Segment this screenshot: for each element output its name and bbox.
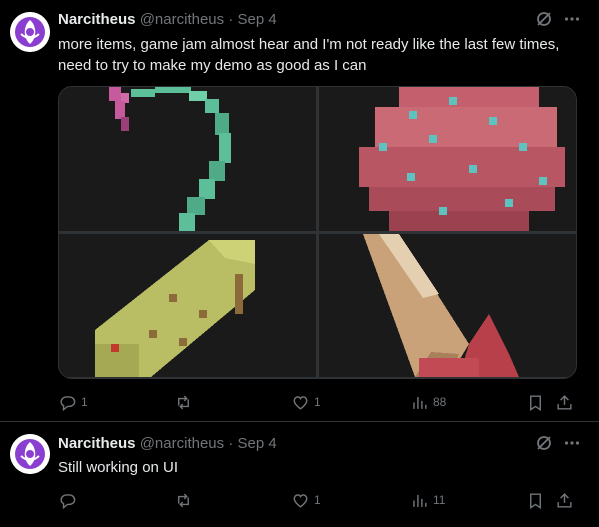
share-icon [555, 393, 574, 412]
header-actions [535, 11, 581, 31]
grok-icon[interactable] [535, 434, 553, 457]
bookmark-icon [526, 393, 545, 412]
author-name[interactable]: Narcitheus [58, 435, 136, 452]
views-icon [410, 491, 429, 510]
share-button[interactable] [555, 392, 574, 412]
post-header: Narcitheus @narcitheus · Sep 4 [58, 10, 277, 30]
reply-icon [58, 491, 77, 510]
views-icon [410, 393, 429, 412]
views-count: 88 [433, 395, 447, 409]
author-handle[interactable]: @narcitheus [140, 11, 224, 28]
like-button[interactable]: 1 [291, 392, 321, 412]
share-button[interactable] [555, 490, 574, 510]
more-icon[interactable] [563, 434, 581, 457]
post-text-line: more items, game jam almost hear and I'm… [58, 36, 560, 53]
reply-button[interactable] [58, 490, 81, 510]
repost-icon [174, 393, 193, 412]
separator: · [228, 435, 234, 452]
media-image-log[interactable] [59, 234, 316, 377]
author-name[interactable]: Narcitheus [58, 11, 136, 28]
repost-button[interactable] [174, 490, 197, 510]
views-count: 11 [433, 493, 446, 507]
avatar-image [10, 434, 50, 474]
media-grid[interactable] [58, 86, 577, 379]
media-image-vine[interactable] [59, 87, 316, 231]
header-actions [535, 435, 581, 455]
post-text: Still working on UI [58, 457, 583, 478]
reply-count: 1 [81, 395, 88, 409]
repost-button[interactable] [174, 392, 197, 412]
avatar-image [10, 12, 50, 52]
views-button[interactable]: 88 [410, 392, 446, 412]
reply-button[interactable]: 1 [58, 392, 88, 412]
like-button[interactable]: 1 [291, 490, 321, 510]
post-text-line: Still working on UI [58, 459, 179, 476]
post-text: more items, game jam almost hear and I'm… [58, 34, 583, 76]
reply-icon [58, 393, 77, 412]
horn-image [319, 234, 576, 377]
views-button[interactable]: 11 [410, 490, 445, 510]
author-handle[interactable]: @narcitheus [140, 435, 224, 452]
log-image [59, 234, 316, 377]
grok-icon[interactable] [535, 10, 553, 33]
media-image-orb[interactable] [319, 87, 576, 231]
post-date[interactable]: Sep 4 [237, 435, 276, 452]
bookmark-button[interactable] [526, 392, 545, 412]
like-count: 1 [314, 395, 321, 409]
post[interactable]: Narcitheus @narcitheus · Sep 4 Still wor… [0, 422, 599, 527]
like-count: 1 [314, 493, 321, 507]
post-text-line: need to try to make my demo as good as I… [58, 57, 367, 74]
media-image-horn[interactable] [319, 234, 576, 377]
bookmark-button[interactable] [526, 490, 545, 510]
post-date[interactable]: Sep 4 [237, 11, 276, 28]
avatar[interactable] [10, 12, 50, 52]
orb-image [319, 87, 576, 231]
separator: · [228, 11, 234, 28]
repost-icon [174, 491, 193, 510]
share-icon [555, 491, 574, 510]
bookmark-icon [526, 491, 545, 510]
post-actions: 1 11 [58, 490, 582, 510]
vine-image [59, 87, 316, 231]
post-actions: 1 1 88 [58, 392, 582, 412]
post[interactable]: Narcitheus @narcitheus · Sep 4 more item… [0, 0, 599, 422]
more-icon[interactable] [563, 10, 581, 33]
like-icon [291, 491, 310, 510]
avatar[interactable] [10, 434, 50, 474]
like-icon [291, 393, 310, 412]
post-header: Narcitheus @narcitheus · Sep 4 [58, 434, 277, 454]
